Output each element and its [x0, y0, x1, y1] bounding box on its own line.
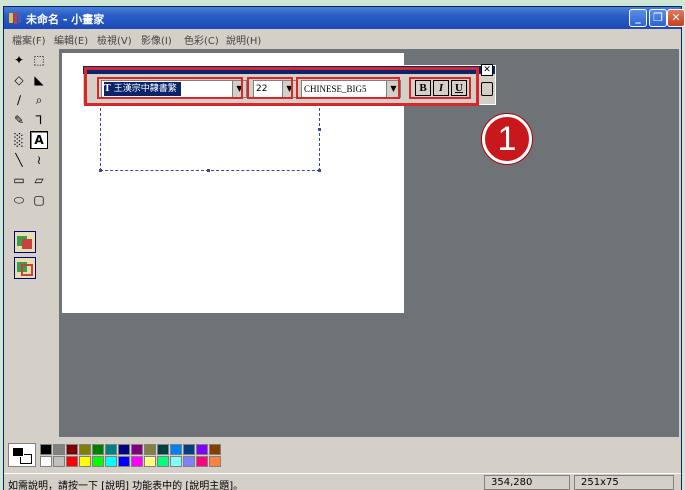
- color-swatch[interactable]: [118, 456, 130, 467]
- font-name-highlight: [97, 77, 243, 99]
- step-number-badge: 1: [482, 114, 532, 164]
- vertical-text-button[interactable]: [481, 82, 493, 96]
- color-swatch[interactable]: [118, 444, 130, 455]
- color-swatch[interactable]: [105, 444, 117, 455]
- color-swatch[interactable]: [79, 456, 91, 467]
- menu-view[interactable]: 檢視(V): [97, 32, 132, 47]
- polygon-tool[interactable]: ▱: [30, 171, 48, 189]
- color-swatch[interactable]: [144, 444, 156, 455]
- color-swatch[interactable]: [183, 456, 195, 467]
- color-swatch[interactable]: [92, 456, 104, 467]
- opaque-background-option[interactable]: [14, 231, 36, 253]
- selection-handle[interactable]: [318, 128, 321, 131]
- color-swatch[interactable]: [40, 456, 52, 467]
- color-swatch[interactable]: [209, 456, 221, 467]
- current-colors-indicator: [8, 443, 36, 467]
- paint-window: 未命名 - 小畫家 _ ❐ ✕ 檔案(F) 編輯(E) 檢視(V) 影像(I) …: [3, 6, 685, 490]
- color-swatch[interactable]: [144, 456, 156, 467]
- color-swatch[interactable]: [79, 444, 91, 455]
- minimize-button[interactable]: _: [629, 9, 647, 27]
- fonts-toolbar-close-button[interactable]: ✕: [481, 64, 493, 76]
- color-swatch[interactable]: [131, 456, 143, 467]
- color-swatch[interactable]: [66, 444, 78, 455]
- color-swatch[interactable]: [92, 444, 104, 455]
- color-swatch[interactable]: [157, 456, 169, 467]
- foreground-color: [12, 447, 24, 457]
- free-form-select-tool[interactable]: ✦: [10, 51, 28, 69]
- menu-edit[interactable]: 編輯(E): [54, 32, 88, 47]
- color-swatch[interactable]: [53, 444, 65, 455]
- color-swatch[interactable]: [209, 444, 221, 455]
- toolbox: ✦ ⬚ ◇ ◣ ∕ ⌕ ✎ ⅂ ░ A ╲ ≀ ▭ ▱ ⬭ ▢: [10, 51, 56, 291]
- paint-app-icon: [9, 12, 21, 24]
- text-tool[interactable]: A: [30, 131, 48, 149]
- ellipse-tool[interactable]: ⬭: [10, 191, 28, 209]
- close-button[interactable]: ✕: [667, 9, 685, 27]
- color-swatch[interactable]: [40, 444, 52, 455]
- canvas-workarea: [59, 49, 679, 437]
- menu-bar: 檔案(F) 編輯(E) 檢視(V) 影像(I) 色彩(C) 說明(H): [4, 29, 681, 47]
- color-picker-tool[interactable]: ∕: [10, 91, 28, 109]
- eraser-tool[interactable]: ◇: [10, 71, 28, 89]
- rectangle-tool[interactable]: ▭: [10, 171, 28, 189]
- rect-select-tool[interactable]: ⬚: [30, 51, 48, 69]
- color-swatch[interactable]: [170, 456, 182, 467]
- window-title: 未命名 - 小畫家: [26, 13, 105, 26]
- color-swatch[interactable]: [170, 444, 182, 455]
- selection-size: 251x75: [574, 475, 674, 490]
- magnifier-tool[interactable]: ⌕: [30, 91, 48, 109]
- curve-tool[interactable]: ≀: [30, 151, 48, 169]
- color-swatch[interactable]: [183, 444, 195, 455]
- transparent-background-option[interactable]: [14, 257, 36, 279]
- charset-highlight: [296, 77, 400, 99]
- menu-colors[interactable]: 色彩(C): [184, 32, 219, 47]
- line-tool[interactable]: ╲: [10, 151, 28, 169]
- font-size-highlight: [247, 77, 293, 99]
- transparent-option-icon: [17, 262, 33, 276]
- menu-file[interactable]: 檔案(F): [12, 32, 46, 47]
- selection-handle[interactable]: [99, 169, 102, 172]
- status-bar: 如需說明，請按一下 [說明] 功能表中的 [說明主題]。 354,280 251…: [4, 473, 681, 490]
- opaque-option-icon: [17, 236, 32, 249]
- status-help-text: 如需說明，請按一下 [說明] 功能表中的 [說明主題]。: [8, 481, 244, 490]
- color-swatch[interactable]: [53, 456, 65, 467]
- color-swatch[interactable]: [157, 444, 169, 455]
- color-palette: [4, 439, 681, 471]
- color-swatch[interactable]: [105, 456, 117, 467]
- selection-handle[interactable]: [318, 169, 321, 172]
- airbrush-tool[interactable]: ░: [10, 131, 28, 149]
- brush-tool[interactable]: ⅂: [30, 111, 48, 129]
- maximize-button[interactable]: ❐: [649, 9, 667, 27]
- color-swatch[interactable]: [196, 444, 208, 455]
- selection-handle[interactable]: [207, 169, 210, 172]
- fill-tool[interactable]: ◣: [30, 71, 48, 89]
- title-bar[interactable]: 未命名 - 小畫家 _ ❐ ✕: [4, 7, 685, 29]
- rounded-rect-tool[interactable]: ▢: [30, 191, 48, 209]
- style-buttons-highlight: [409, 77, 471, 99]
- menu-help[interactable]: 說明(H): [226, 32, 261, 47]
- pencil-tool[interactable]: ✎: [10, 111, 28, 129]
- color-swatch[interactable]: [66, 456, 78, 467]
- cursor-position: 354,280: [484, 475, 570, 490]
- color-swatch[interactable]: [196, 456, 208, 467]
- color-swatch[interactable]: [131, 444, 143, 455]
- menu-image[interactable]: 影像(I): [141, 32, 172, 47]
